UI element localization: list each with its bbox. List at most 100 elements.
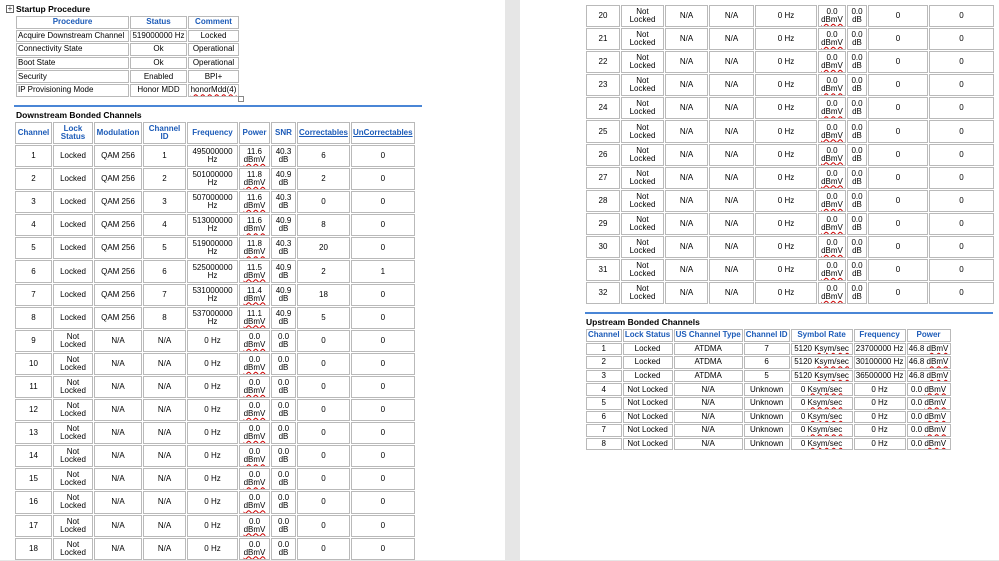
modulation-cell: N/A <box>665 51 708 74</box>
lock-status-cell: Not Locked <box>621 212 664 235</box>
resize-handle-icon[interactable] <box>238 96 244 102</box>
frequency-cell: 30100000 Hz <box>853 356 906 369</box>
frequency-cell: 0 Hz <box>755 143 817 166</box>
power-cell-unit: dBmV <box>243 432 266 442</box>
correctables-cell: 18 <box>297 283 350 306</box>
snr-cell: 0.0 dB <box>847 259 867 282</box>
power-cell: 0.0 dBmV <box>818 97 846 120</box>
frequency-cell: 0 Hz <box>187 491 238 514</box>
table-row: 9 Not Locked N/A N/A 0 Hz 0.0 dBmV 0.0 dB 0 0 <box>15 329 415 352</box>
symbol-rate-cell-unit: Ksym/sec <box>807 439 843 449</box>
channel-cell: 11 <box>15 375 52 399</box>
comment-cell: Operational <box>188 43 239 56</box>
table-row: 6 Not Locked N/A Unknown 0 Ksym/sec 0 Hz 0.0 d… <box>586 410 951 424</box>
power-cell: 11.6 dBmV <box>239 191 270 214</box>
correctables-cell: 0 <box>297 399 350 422</box>
snr-cell: 40.3 dB <box>271 191 296 214</box>
channel-id-cell: N/A <box>709 28 754 51</box>
frequency-cell: 0 Hz <box>853 383 906 396</box>
power-cell: 11.1 dBmV <box>239 306 270 329</box>
channel-cell: 6 <box>15 260 52 283</box>
lock-status-cell: Locked <box>622 369 673 383</box>
channel-cell: 16 <box>15 491 52 514</box>
modulation-cell: N/A <box>94 445 142 468</box>
procedure-cell: Security <box>16 70 129 83</box>
power-cell-unit: dBmV <box>821 38 843 48</box>
power-cell-unit: dBmV <box>243 478 266 488</box>
lock-status-cell: Not Locked <box>621 120 664 143</box>
power-cell-unit: dBmV <box>243 547 266 557</box>
lock-status-cell: Not Locked <box>621 189 664 212</box>
lock-status-cell: Locked <box>53 237 93 260</box>
uncorrectables-cell: 0 <box>929 97 994 120</box>
frequency-cell: 0 Hz <box>187 375 238 399</box>
us-channel-type-cell: N/A <box>673 410 743 424</box>
power-cell-unit: dBmV <box>243 339 266 349</box>
uncorrectables-cell: 0 <box>929 28 994 51</box>
column-header: Channel ID <box>743 329 790 342</box>
table-row: 4 Locked QAM 256 4 513000000 Hz 11.6 dBmV 40.9… <box>15 214 415 237</box>
snr-cell: 40.3 dB <box>271 237 296 260</box>
power-cell: 0.0 dBmV <box>818 235 846 259</box>
snr-cell: 0.0 dB <box>271 399 296 422</box>
column-header: Symbol Rate <box>790 329 853 342</box>
modulation-cell: QAM 256 <box>94 306 142 329</box>
power-cell-unit: dBmV <box>821 269 843 279</box>
power-cell: 46.8 dBmV <box>906 356 951 369</box>
uncorrectables-cell: 0 <box>929 259 994 282</box>
modulation-cell: N/A <box>665 5 708 28</box>
uncorrectables-cell: 1 <box>351 260 415 283</box>
channel-cell: 22 <box>586 51 620 74</box>
us-channel-type-cell: ATDMA <box>673 342 743 356</box>
lock-status-cell: Locked <box>53 191 93 214</box>
lock-status-cell: Not Locked <box>622 424 673 437</box>
channel-cell: 32 <box>586 282 620 305</box>
snr-cell: 0.0 dB <box>271 375 296 399</box>
channel-id-cell: Unknown <box>743 424 790 437</box>
power-cell: 0.0 dBmV <box>818 282 846 305</box>
column-header: Correctables <box>297 122 350 144</box>
channel-cell: 17 <box>15 514 52 537</box>
channel-cell: 1 <box>15 145 52 168</box>
uncorrectables-cell: 0 <box>351 352 415 375</box>
symbol-rate-cell-unit: Ksym/sec <box>814 371 849 381</box>
channel-id-cell: N/A <box>143 329 186 352</box>
correctables-cell: 0 <box>868 5 928 28</box>
power-cell-unit: dBmV <box>243 201 266 211</box>
frequency-cell: 0 Hz <box>755 51 817 74</box>
power-cell-unit: dBmV <box>821 176 843 186</box>
channel-cell: 2 <box>586 356 622 369</box>
power-cell: 11.6 dBmV <box>239 214 270 237</box>
symbol-rate-cell-unit: Ksym/sec <box>814 343 849 353</box>
symbol-rate-cell-value: 0 <box>800 439 806 449</box>
table-row: 3 Locked ATDMA 5 5120 Ksym/sec 36500000 Hz 46.… <box>586 369 951 383</box>
correctables-cell: 0 <box>868 143 928 166</box>
modulation-cell: N/A <box>665 74 708 97</box>
symbol-rate-cell: 0 Ksym/sec <box>790 383 853 396</box>
power-cell-unit: dBmV <box>243 316 266 326</box>
frequency-cell: 0 Hz <box>187 514 238 537</box>
snr-cell: 0.0 dB <box>847 166 867 189</box>
downstream-title: Downstream Bonded Channels <box>16 110 142 120</box>
table-row: Security Enabled BPI+ <box>16 70 239 83</box>
frequency-cell: 0 Hz <box>187 468 238 491</box>
snr-cell: 0.0 dB <box>271 422 296 445</box>
uncorrectables-cell: 0 <box>351 399 415 422</box>
expand-toggle-icon[interactable]: + <box>6 5 14 13</box>
correctables-cell: 0 <box>297 191 350 214</box>
snr-cell: 40.9 dB <box>271 283 296 306</box>
power-cell-value: 0.0 <box>910 384 923 394</box>
table-row: 11 Not Locked N/A N/A 0 Hz 0.0 dBmV 0.0 dB 0 0 <box>15 375 415 399</box>
lock-status-cell: Locked <box>53 306 93 329</box>
power-cell: 11.8 dBmV <box>239 168 270 191</box>
symbol-rate-cell-unit: Ksym/sec <box>807 425 843 435</box>
channel-id-cell: N/A <box>709 212 754 235</box>
uncorrectables-cell: 0 <box>929 5 994 28</box>
correctables-cell: 0 <box>868 282 928 305</box>
correctables-cell: 0 <box>297 329 350 352</box>
uncorrectables-cell: 0 <box>351 537 415 560</box>
modulation-cell: QAM 256 <box>94 191 142 214</box>
modulation-cell: N/A <box>665 97 708 120</box>
frequency-cell: 0 Hz <box>755 212 817 235</box>
table-row: 18 Not Locked N/A N/A 0 Hz 0.0 dBmV 0.0 dB 0 0 <box>15 537 415 560</box>
